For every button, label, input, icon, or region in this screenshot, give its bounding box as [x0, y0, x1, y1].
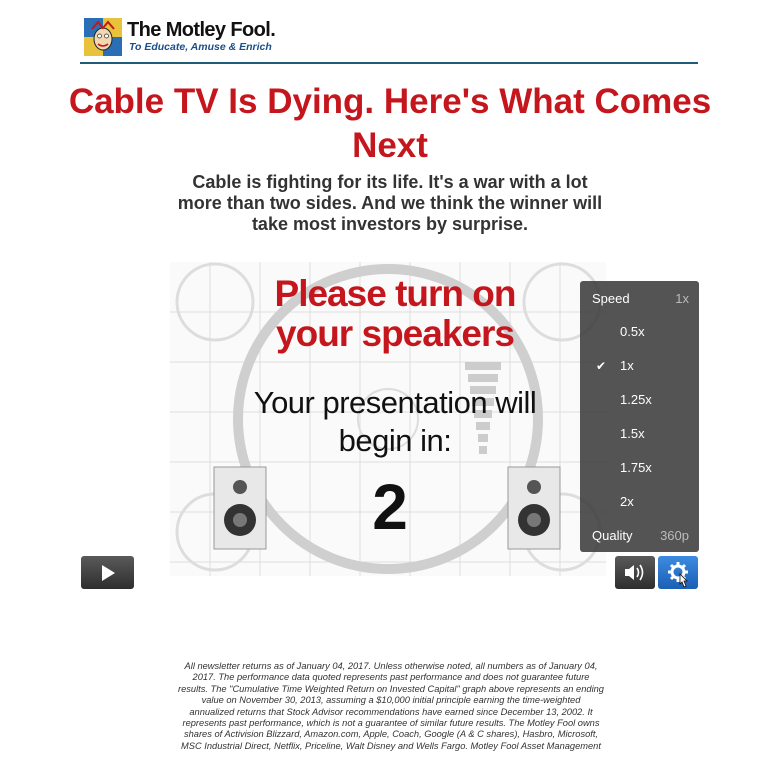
speed-option-label: 2x: [620, 494, 634, 509]
play-icon: [102, 565, 115, 581]
volume-button[interactable]: [615, 556, 655, 589]
settings-button[interactable]: [658, 556, 698, 589]
right-speaker-icon: [507, 466, 561, 550]
countdown-number: 2: [372, 471, 408, 543]
speed-option[interactable]: 1.75x: [580, 458, 699, 478]
video-player[interactable]: Please turn on your speakers Your presen…: [170, 262, 606, 576]
left-speaker-icon: [213, 466, 267, 550]
speed-option[interactable]: 1.25x: [580, 390, 699, 410]
gear-icon: [668, 562, 688, 588]
speed-option-label: 1.75x: [620, 460, 652, 475]
jester-logo-icon[interactable]: [84, 18, 122, 56]
quality-value: 360p: [660, 528, 689, 543]
page-headline: Cable TV Is Dying. Here's What Comes Nex…: [68, 82, 712, 165]
brand-tagline: To Educate, Amuse & Enrich: [129, 41, 272, 53]
speed-option-label: 1x: [620, 358, 634, 373]
speed-value: 1x: [675, 291, 689, 306]
play-button[interactable]: [81, 556, 134, 589]
speed-option-label: 0.5x: [620, 324, 645, 339]
site-header: The Motley Fool. To Educate, Amuse & Enr…: [80, 14, 698, 64]
speed-header: Speed 1x: [580, 289, 699, 309]
speed-option[interactable]: 2x: [580, 492, 699, 512]
page-subhead: Cable is fighting for its life. It's a w…: [177, 172, 603, 234]
brand-name: The Motley Fool.: [127, 19, 276, 41]
speakers-prompt: Please turn on your speakers: [274, 273, 517, 354]
speed-label: Speed: [592, 291, 630, 306]
speed-option-label: 1.5x: [620, 426, 645, 441]
countdown-label: Your presentation will begin in:: [253, 385, 537, 458]
legal-disclaimer: All newsletter returns as of January 04,…: [178, 661, 604, 751]
speed-option[interactable]: 1.5x: [580, 424, 699, 444]
speed-option-selected[interactable]: ✔ 1x: [580, 356, 699, 376]
quality-row[interactable]: Quality 360p: [580, 526, 699, 546]
settings-menu: Speed 1x 0.5x ✔ 1x 1.25x 1.5x 1.75x 2x Qu…: [580, 281, 699, 552]
quality-label: Quality: [592, 528, 633, 543]
speed-option-label: 1.25x: [620, 392, 652, 407]
volume-icon: [625, 564, 644, 581]
checkmark-icon: ✔: [596, 359, 607, 373]
speed-option[interactable]: 0.5x: [580, 322, 699, 342]
